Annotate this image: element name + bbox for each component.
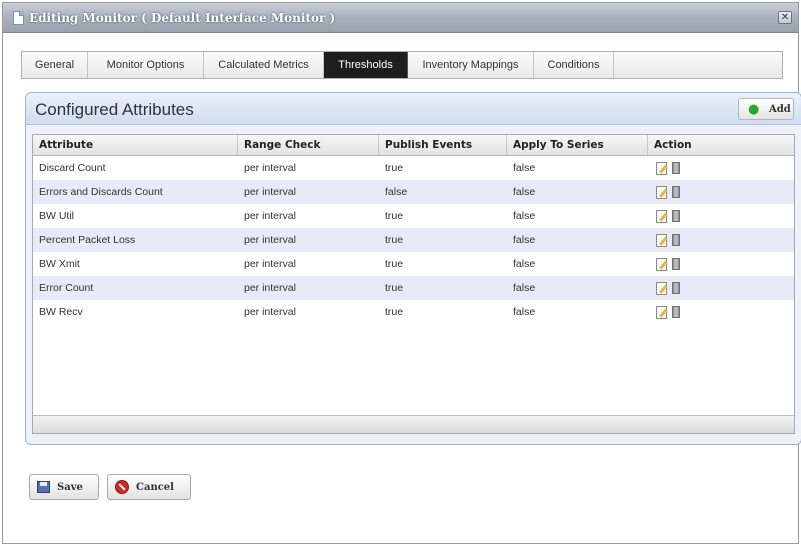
title-bar[interactable]: Editing Monitor ( Default Interface Moni…	[3, 3, 798, 33]
column-header-action: Action	[654, 139, 692, 151]
cell-publish-events: true	[385, 282, 404, 294]
edit-icon[interactable]	[656, 258, 667, 271]
editing-monitor-dialog: Editing Monitor ( Default Interface Moni…	[2, 2, 801, 544]
add-button-label: Add	[769, 104, 791, 115]
cell-apply-to-series: false	[513, 258, 536, 270]
cell-publish-events: true	[385, 258, 404, 270]
delete-icon[interactable]	[672, 186, 680, 198]
column-header-attribute[interactable]: Attribute	[33, 135, 238, 155]
cell-apply-to-series: false	[513, 306, 536, 318]
floppy-disk-icon	[37, 481, 50, 493]
cell-range-check: per interval	[244, 258, 296, 270]
tab-calculated-metrics[interactable]: Calculated Metrics	[204, 52, 324, 78]
table-row[interactable]: BW Util per interval true false	[33, 204, 794, 228]
delete-icon[interactable]	[672, 282, 680, 294]
tab-general[interactable]: General	[22, 52, 88, 78]
panel-header: Configured Attributes ● Add	[26, 93, 801, 125]
save-button-label: Save	[57, 482, 83, 493]
table-row[interactable]: BW Xmit per interval true false	[33, 252, 794, 276]
edit-icon[interactable]	[656, 282, 667, 295]
cell-publish-events: true	[385, 306, 404, 318]
cell-apply-to-series: false	[513, 210, 536, 222]
edit-icon[interactable]	[656, 234, 667, 247]
cell-attribute: BW Xmit	[39, 258, 80, 270]
cancel-button[interactable]: Cancel	[107, 474, 191, 500]
delete-icon[interactable]	[672, 210, 680, 222]
delete-icon[interactable]	[672, 162, 680, 174]
cell-publish-events: true	[385, 234, 404, 246]
table-row[interactable]: Error Count per interval true false	[33, 276, 794, 300]
attributes-table: Attribute Range Check Publish Events App…	[32, 134, 795, 434]
tab-monitor-options[interactable]: Monitor Options	[88, 52, 204, 78]
cell-publish-events: true	[385, 162, 404, 174]
add-button[interactable]: ● Add	[738, 98, 794, 120]
cell-attribute: Errors and Discards Count	[39, 186, 163, 198]
plus-icon: ●	[748, 102, 760, 117]
table-row[interactable]: BW Recv per interval true false	[33, 300, 794, 324]
document-icon	[13, 11, 24, 25]
edit-icon[interactable]	[656, 162, 667, 175]
tab-inventory-mappings[interactable]: Inventory Mappings	[408, 52, 534, 78]
table-header: Attribute Range Check Publish Events App…	[33, 135, 794, 156]
cell-attribute: Discard Count	[39, 162, 106, 174]
configured-attributes-panel: Configured Attributes ● Add Attribute Ra…	[25, 92, 801, 445]
cell-range-check: per interval	[244, 306, 296, 318]
cell-range-check: per interval	[244, 282, 296, 294]
column-header-range-check[interactable]: Range Check	[238, 135, 379, 155]
cell-range-check: per interval	[244, 162, 296, 174]
cell-apply-to-series: false	[513, 282, 536, 294]
cell-range-check: per interval	[244, 234, 296, 246]
cell-attribute: BW Util	[39, 210, 74, 222]
cell-range-check: per interval	[244, 210, 296, 222]
cancel-icon	[115, 480, 129, 494]
table-row[interactable]: Percent Packet Loss per interval true fa…	[33, 228, 794, 252]
close-button[interactable]: ✕	[778, 11, 792, 24]
delete-icon[interactable]	[672, 258, 680, 270]
cell-range-check: per interval	[244, 186, 296, 198]
save-button[interactable]: Save	[29, 474, 99, 500]
cell-attribute: Error Count	[39, 282, 94, 294]
cell-publish-events: true	[385, 210, 404, 222]
panel-title: Configured Attributes	[35, 100, 194, 119]
edit-icon[interactable]	[656, 186, 667, 199]
edit-icon[interactable]	[656, 210, 667, 223]
cell-attribute: Percent Packet Loss	[39, 234, 136, 246]
tab-thresholds[interactable]: Thresholds	[324, 52, 408, 78]
cell-apply-to-series: false	[513, 162, 536, 174]
cell-apply-to-series: false	[513, 234, 536, 246]
column-header-publish-events[interactable]: Publish Events	[379, 135, 507, 155]
table-row[interactable]: Errors and Discards Count per interval f…	[33, 180, 794, 204]
dialog-title: Editing Monitor ( Default Interface Moni…	[29, 11, 336, 25]
edit-icon[interactable]	[656, 306, 667, 319]
cell-attribute: BW Recv	[39, 306, 83, 318]
cell-apply-to-series: false	[513, 186, 536, 198]
tab-bar: General Monitor Options Calculated Metri…	[21, 51, 783, 79]
table-row[interactable]: Discard Count per interval true false	[33, 156, 794, 180]
cancel-button-label: Cancel	[136, 482, 174, 493]
delete-icon[interactable]	[672, 306, 680, 318]
delete-icon[interactable]	[672, 234, 680, 246]
cell-publish-events: false	[385, 186, 408, 198]
column-header-apply-to-series[interactable]: Apply To Series	[507, 135, 648, 155]
tab-conditions[interactable]: Conditions	[534, 52, 614, 78]
table-footer-scrollbar[interactable]	[33, 415, 794, 433]
